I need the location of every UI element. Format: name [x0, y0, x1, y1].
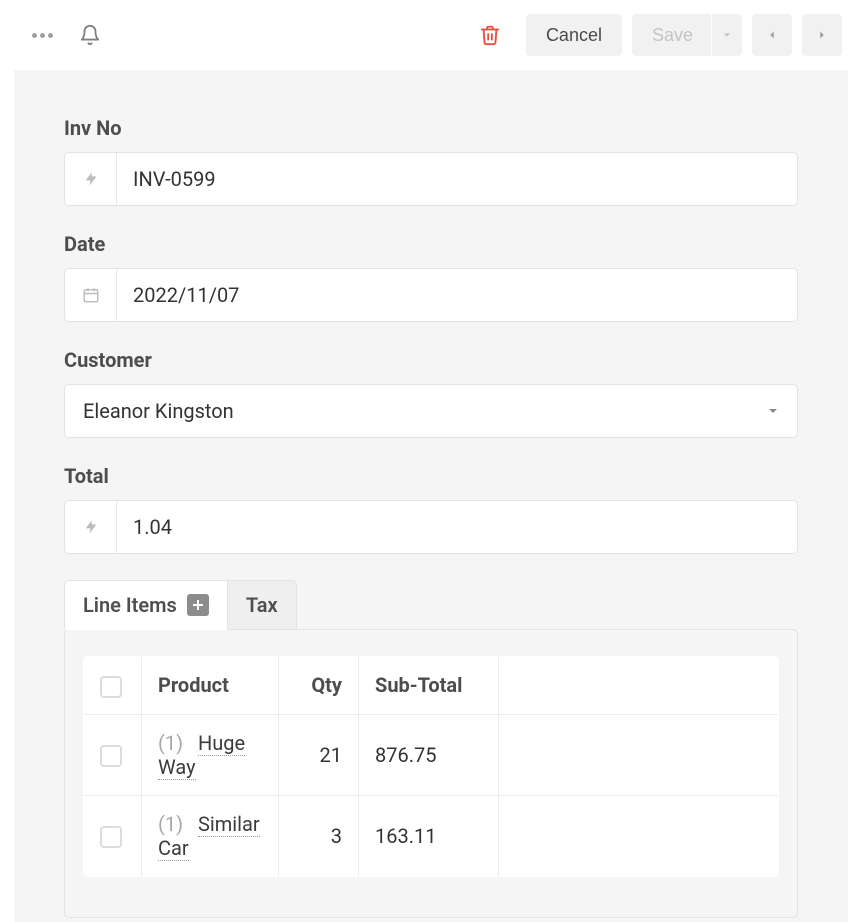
table-header-row: Product Qty Sub-Total: [84, 657, 779, 715]
chevron-left-icon: [767, 29, 777, 41]
toolbar: Cancel Save: [0, 0, 862, 70]
tabs: Line Items Tax: [64, 580, 798, 630]
date-label: Date: [64, 232, 798, 256]
line-items-table: Product Qty Sub-Total (1) Huge Way 21 87…: [83, 656, 779, 877]
tab-line-items[interactable]: Line Items: [64, 580, 228, 630]
cell-actions: [499, 795, 779, 876]
cell-product: (1) Huge Way: [142, 714, 279, 795]
cell-qty: 21: [279, 714, 359, 795]
prev-record-button[interactable]: [752, 14, 792, 56]
cell-actions: [499, 714, 779, 795]
select-all-checkbox[interactable]: [100, 676, 122, 698]
toolbar-left: [26, 19, 106, 51]
bolt-icon: [65, 153, 117, 205]
add-line-item-button[interactable]: [187, 594, 209, 616]
ellipsis-icon: [32, 33, 53, 38]
notifications-button[interactable]: [74, 19, 106, 51]
total-value: 1.04: [117, 501, 797, 553]
cancel-button[interactable]: Cancel: [526, 14, 622, 56]
cell-subtotal: 163.11: [359, 795, 499, 876]
bolt-icon: [65, 501, 117, 553]
inv-no-group: Inv No INV-0599: [64, 116, 798, 206]
date-input-wrap[interactable]: 2022/11/07: [64, 268, 798, 322]
total-input-wrap[interactable]: 1.04: [64, 500, 798, 554]
row-checkbox[interactable]: [100, 826, 122, 848]
save-dropdown-button[interactable]: [712, 14, 742, 56]
customer-select[interactable]: Eleanor Kingston: [64, 384, 798, 438]
line-items-panel: Product Qty Sub-Total (1) Huge Way 21 87…: [64, 629, 798, 918]
caret-down-icon: [767, 402, 779, 421]
row-prefix: (1): [158, 812, 183, 836]
calendar-icon: [65, 269, 117, 321]
inv-no-value: INV-0599: [117, 153, 797, 205]
cell-subtotal: 876.75: [359, 714, 499, 795]
col-header-qty: Qty: [279, 657, 359, 715]
table-row: (1) Similar Car 3 163.11: [84, 795, 779, 876]
chevron-right-icon: [817, 29, 827, 41]
date-group: Date 2022/11/07: [64, 232, 798, 322]
form-page: Inv No INV-0599 Date 2022/11/07 Customer…: [14, 70, 848, 922]
plus-icon: [192, 599, 204, 611]
date-value: 2022/11/07: [117, 269, 797, 321]
tab-tax-label: Tax: [246, 593, 278, 617]
save-button-group: Save: [632, 14, 742, 56]
cell-qty: 3: [279, 795, 359, 876]
trash-icon: [479, 24, 501, 46]
more-menu-button[interactable]: [26, 19, 58, 51]
inv-no-label: Inv No: [64, 116, 798, 140]
customer-label: Customer: [64, 348, 798, 372]
chevron-down-icon: [722, 30, 732, 40]
row-prefix: (1): [158, 731, 183, 755]
total-label: Total: [64, 464, 798, 488]
tab-tax[interactable]: Tax: [228, 580, 297, 630]
inv-no-input-wrap[interactable]: INV-0599: [64, 152, 798, 206]
delete-button[interactable]: [474, 19, 506, 51]
row-checkbox[interactable]: [100, 745, 122, 767]
next-record-button[interactable]: [802, 14, 842, 56]
bell-icon: [79, 24, 101, 46]
cell-product: (1) Similar Car: [142, 795, 279, 876]
customer-group: Customer Eleanor Kingston: [64, 348, 798, 438]
total-group: Total 1.04: [64, 464, 798, 554]
col-header-product: Product: [142, 657, 279, 715]
customer-value: Eleanor Kingston: [83, 399, 767, 423]
col-header-subtotal: Sub-Total: [359, 657, 499, 715]
col-header-actions: [499, 657, 779, 715]
tab-line-items-label: Line Items: [83, 593, 177, 617]
table-row: (1) Huge Way 21 876.75: [84, 714, 779, 795]
save-button[interactable]: Save: [632, 14, 711, 56]
